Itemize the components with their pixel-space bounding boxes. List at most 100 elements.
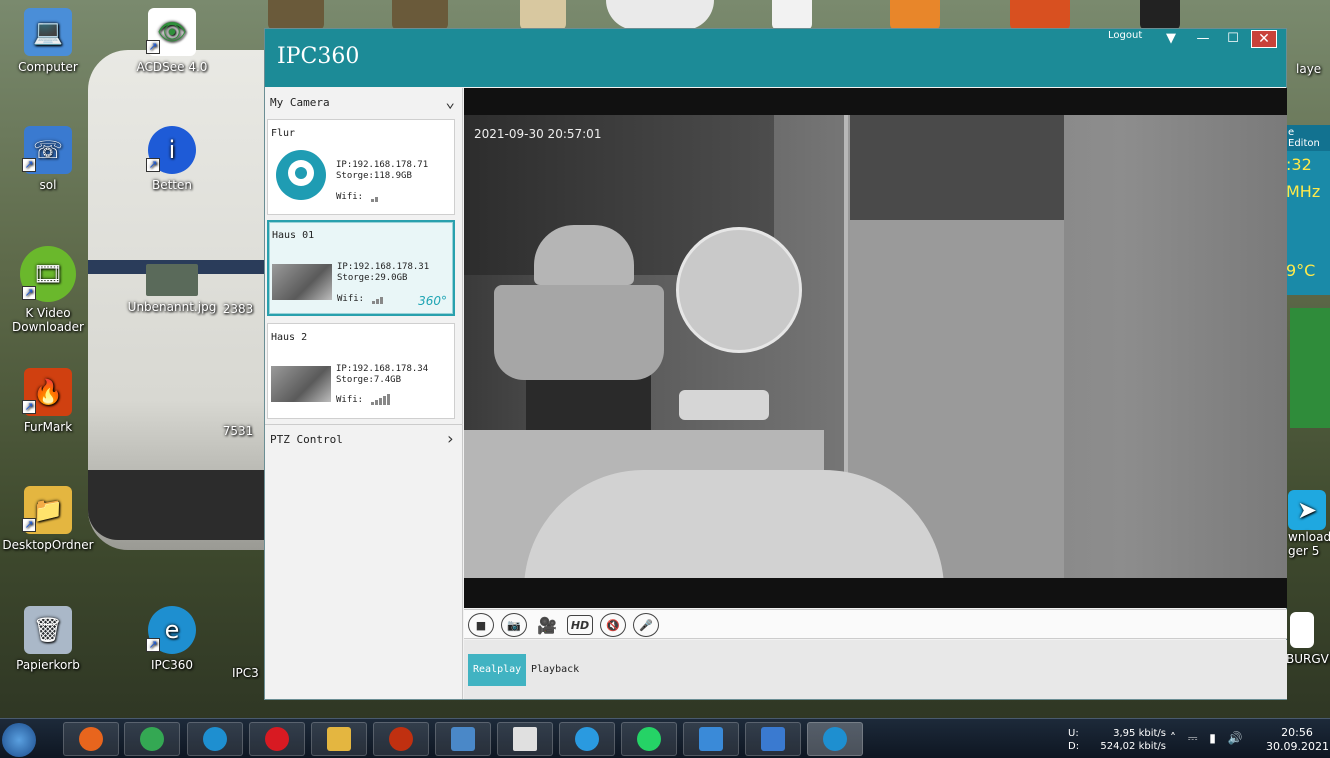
wifi-signal-icon bbox=[370, 192, 379, 202]
camera-logo-icon bbox=[276, 150, 326, 200]
phone-icon bbox=[761, 727, 785, 751]
maximize-icon: ☐ bbox=[1227, 31, 1239, 46]
whatsapp-icon bbox=[637, 727, 661, 751]
snapshot-button[interactable]: 📷 bbox=[501, 613, 527, 637]
right-edge-burgvi[interactable]: BURGVI bbox=[1286, 612, 1330, 666]
desktop-icon-ipc360[interactable]: e ↗ IPC360 bbox=[122, 606, 222, 672]
tab-realplay[interactable]: Realplay bbox=[468, 654, 527, 686]
tv-icon[interactable] bbox=[1010, 0, 1070, 30]
stop-icon: ■ bbox=[475, 618, 487, 632]
microphone-off-icon: 🎤 bbox=[639, 618, 653, 632]
image-icon bbox=[146, 264, 198, 296]
title-bar[interactable]: IPC360 Logout ▼ — ☐ ✕ bbox=[265, 29, 1286, 87]
background-rv-skirt bbox=[88, 470, 278, 540]
hd-toggle-button[interactable]: HD bbox=[567, 615, 593, 635]
desktop-icon-2383[interactable]: 2383 bbox=[218, 302, 258, 316]
ipc360-icon bbox=[823, 727, 847, 751]
desktop-icon-acdsee[interactable]: 👁 ↗ ACDSee 4.0 bbox=[122, 8, 222, 74]
close-button[interactable]: ✕ bbox=[1251, 30, 1277, 48]
video-controls-bar: ■ 📷 🎥 HD 🔇 🎤 bbox=[464, 609, 1287, 639]
spiral-icon[interactable] bbox=[772, 0, 812, 30]
desktop-icon-unbenannt[interactable]: Unbenannt.jpg bbox=[122, 264, 222, 314]
system-tray: ˄ ⎓ ▮ 🔊 bbox=[1170, 731, 1243, 746]
shortcut-arrow-icon: ↗ bbox=[146, 158, 160, 172]
download-arrow-icon: ➤ bbox=[1288, 490, 1326, 530]
taskbar-smiley[interactable] bbox=[559, 722, 615, 756]
store-icon bbox=[451, 727, 475, 751]
desktop-icon-computer[interactable]: 💻 Computer bbox=[0, 8, 98, 74]
taskbar-ie[interactable] bbox=[187, 722, 243, 756]
desktop-icon-desktopordner[interactable]: 📁 ↗ DesktopOrdner bbox=[0, 486, 98, 552]
taskbar-opera[interactable] bbox=[249, 722, 305, 756]
taskbar-chrome[interactable] bbox=[124, 722, 180, 756]
maximize-button[interactable]: ☐ bbox=[1220, 30, 1246, 48]
network-signal-icon[interactable]: ▮ bbox=[1209, 731, 1216, 745]
chevron-right-icon: › bbox=[445, 429, 455, 448]
taskbar-store[interactable] bbox=[435, 722, 491, 756]
chevron-down-icon: ⌄ bbox=[445, 92, 455, 111]
show-hidden-icons-icon[interactable]: ˄ bbox=[1170, 731, 1176, 745]
dropdown-menu-button[interactable]: ▼ bbox=[1158, 30, 1184, 48]
desktop-icon-papierkorb[interactable]: 🗑 Papierkorb bbox=[0, 606, 98, 672]
mahjong-icon[interactable] bbox=[520, 0, 566, 30]
microphone-button[interactable]: 🎤 bbox=[633, 613, 659, 637]
shortcut-arrow-icon: ↗ bbox=[146, 638, 160, 652]
explorer-icon bbox=[327, 727, 351, 751]
calc-icon bbox=[513, 727, 537, 751]
shortcut-arrow-icon: ↗ bbox=[22, 158, 36, 172]
network-speed: U: 3,95 kbit/s D: 524,02 kbit/s bbox=[1068, 728, 1166, 752]
firefox-icon bbox=[79, 727, 103, 751]
taskbar-furmark[interactable] bbox=[373, 722, 429, 756]
desktop-icon-sol[interactable]: ☏ ↗ sol bbox=[0, 126, 98, 192]
ipc360-window: IPC360 Logout ▼ — ☐ ✕ My Camera ⌄ Flur I… bbox=[264, 28, 1287, 700]
camera-thumbnail bbox=[271, 366, 331, 402]
minimize-button[interactable]: — bbox=[1190, 30, 1216, 48]
smiley-icon bbox=[575, 727, 599, 751]
taskbar-ipc360[interactable] bbox=[807, 722, 863, 756]
close-icon: ✕ bbox=[1258, 31, 1270, 47]
desktop-icon-furmark[interactable]: 🔥 ↗ FurMark bbox=[0, 368, 98, 434]
opera-icon bbox=[265, 727, 289, 751]
taskbar-whatsapp[interactable] bbox=[621, 722, 677, 756]
clock-widget-icon bbox=[606, 0, 714, 30]
camera-card-haus-01[interactable]: Haus 01 IP:192.168.178.31 Storge:29.0GB … bbox=[267, 220, 455, 316]
right-edge-download-manager[interactable]: ➤ wnload ger 5 bbox=[1288, 490, 1330, 558]
taskbar-firefox[interactable] bbox=[63, 722, 119, 756]
desktop-icon-betten[interactable]: i ↗ Betten bbox=[122, 126, 222, 192]
desktop-icon-kvideo[interactable]: 🎞 ↗ K Video Downloader bbox=[0, 246, 98, 334]
generals-icon[interactable] bbox=[268, 0, 324, 30]
bird-icon[interactable] bbox=[890, 0, 940, 30]
desktop-icon-7531[interactable]: 7531 bbox=[218, 424, 258, 438]
camera-sidebar: My Camera ⌄ Flur IP:192.168.178.71 Storg… bbox=[265, 88, 463, 699]
mode-tabs: Realplay Playback bbox=[464, 640, 1287, 699]
right-edge-label-player[interactable]: laye bbox=[1296, 62, 1330, 76]
taskbar-phone[interactable] bbox=[745, 722, 801, 756]
camera-card-flur[interactable]: Flur IP:192.168.178.71 Storge:118.9GB Wi… bbox=[267, 119, 455, 215]
logout-link[interactable]: Logout bbox=[1108, 30, 1142, 41]
taskbar-calculator[interactable] bbox=[497, 722, 553, 756]
shortcut-arrow-icon: ↗ bbox=[22, 400, 36, 414]
usb-icon[interactable]: ⎓ bbox=[1188, 731, 1198, 745]
stop-button[interactable]: ■ bbox=[468, 613, 494, 637]
volume-icon[interactable]: 🔊 bbox=[1228, 731, 1243, 745]
clock[interactable]: 20:56 30.09.2021 bbox=[1266, 726, 1329, 754]
clapper-icon[interactable] bbox=[1140, 0, 1180, 30]
desktop-icon-ipc3[interactable]: IPC3 bbox=[232, 666, 266, 680]
document-icon bbox=[1290, 612, 1314, 648]
start-button[interactable] bbox=[2, 723, 36, 757]
computer-icon: 💻 bbox=[24, 8, 72, 56]
taskbar-monitor[interactable] bbox=[683, 722, 739, 756]
caret-down-icon: ▼ bbox=[1166, 31, 1176, 46]
record-button[interactable]: 🎥 bbox=[534, 613, 560, 637]
trash-icon: 🗑 bbox=[24, 606, 72, 654]
speaker-muted-icon: 🔇 bbox=[606, 618, 620, 632]
live-video-feed[interactable]: 2021-09-30 20:57:01 bbox=[464, 115, 1287, 578]
my-camera-header[interactable]: My Camera ⌄ bbox=[265, 88, 463, 118]
taskbar-explorer[interactable] bbox=[311, 722, 367, 756]
furmark-icon bbox=[389, 727, 413, 751]
generals-icon-2[interactable] bbox=[392, 0, 448, 30]
tab-playback[interactable]: Playback bbox=[526, 654, 584, 686]
mute-button[interactable]: 🔇 bbox=[600, 613, 626, 637]
camera-card-haus-2[interactable]: Haus 2 IP:192.168.178.34 Storge:7.4GB Wi… bbox=[267, 323, 455, 419]
ptz-control-header[interactable]: PTZ Control › bbox=[265, 424, 463, 454]
